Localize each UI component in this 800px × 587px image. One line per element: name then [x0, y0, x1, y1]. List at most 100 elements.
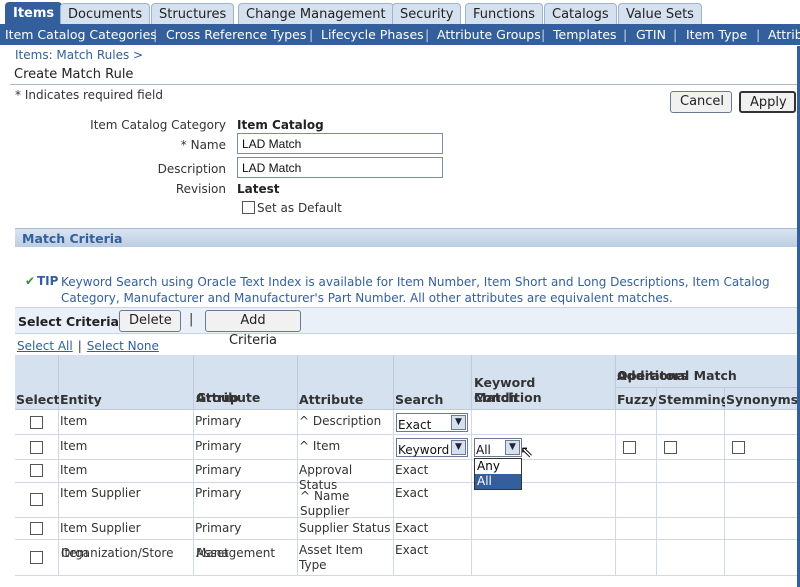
- subnav-separator: |: [673, 27, 678, 42]
- select-none-link[interactable]: Select None: [87, 339, 159, 353]
- subnav-cross-reference-types[interactable]: Cross Reference Types: [166, 27, 306, 42]
- table-row-attribute: Asset Item Type: [298, 540, 394, 576]
- sub-navigation: Item Catalog Categories | Cross Referenc…: [0, 24, 800, 45]
- keyword-condition-select[interactable]: All ▼: [474, 438, 522, 457]
- table-row-synonyms: [725, 410, 800, 435]
- tab-change-management[interactable]: Change Management: [238, 3, 394, 24]
- delete-button[interactable]: Delete: [119, 310, 181, 332]
- table-row-search: Exact: [394, 518, 472, 540]
- table-row-synonyms: [725, 435, 800, 460]
- name-field[interactable]: [237, 133, 443, 154]
- chevron-down-icon: ▼: [451, 440, 466, 455]
- breadcrumb[interactable]: Items: Match Rules >: [15, 48, 143, 62]
- required-field-note: * Indicates required field: [15, 88, 164, 102]
- keyword-condition-options: Any All: [474, 458, 522, 490]
- col-header-select: Select: [15, 355, 60, 410]
- tab-structures[interactable]: Structures: [151, 3, 235, 24]
- col-header-fuzzy: Fuzzy: [616, 388, 657, 410]
- tab-catalogs[interactable]: Catalogs: [544, 3, 617, 24]
- tab-security[interactable]: Security: [392, 3, 462, 24]
- catalog-category-value: Item Catalog: [237, 118, 324, 132]
- synonyms-checkbox[interactable]: [732, 441, 745, 454]
- table-row-synonyms: [725, 518, 800, 540]
- table-row-fuzzy: [616, 483, 657, 518]
- table-row-fuzzy: [616, 410, 657, 435]
- table-row-attribute: Approval Status: [298, 460, 394, 492]
- row-select-checkbox[interactable]: [30, 464, 43, 477]
- tip-text: Keyword Search using Oracle Text Index i…: [61, 275, 770, 305]
- cancel-button[interactable]: Cancel: [670, 91, 732, 113]
- row-select-checkbox[interactable]: [30, 551, 43, 564]
- table-row-fuzzy: [616, 518, 657, 540]
- match-criteria-header: Match Criteria: [15, 228, 800, 247]
- search-type-select[interactable]: Keyword ▼: [396, 438, 468, 457]
- search-type-select[interactable]: Exact ▼: [396, 413, 468, 432]
- row-select-checkbox[interactable]: [30, 522, 43, 535]
- subnav-lifecycle-phases[interactable]: Lifecycle Phases: [321, 27, 424, 42]
- tab-value-sets[interactable]: Value Sets: [618, 3, 702, 24]
- attribute-line-2: Name: [314, 489, 350, 503]
- catalog-category-label: Item Catalog Category: [90, 118, 226, 132]
- table-row-fuzzy: [616, 540, 657, 576]
- entity-line-2: Organization/Store: [61, 546, 174, 560]
- subnav-item-type[interactable]: Item Type: [686, 27, 747, 42]
- option-any[interactable]: Any: [475, 459, 521, 474]
- revision-value: Latest: [237, 182, 280, 196]
- row-select-checkbox[interactable]: [30, 416, 43, 429]
- keyword-line-2: Condition: [474, 390, 542, 405]
- subnav-separator: |: [541, 27, 546, 42]
- row-select-checkbox[interactable]: [30, 441, 43, 454]
- fuzzy-checkbox[interactable]: [623, 441, 636, 454]
- apply-button[interactable]: Apply: [739, 91, 796, 113]
- table-row-group: Primary: [194, 435, 298, 460]
- stemming-checkbox[interactable]: [664, 441, 677, 454]
- set-as-default-checkbox[interactable]: [242, 201, 255, 214]
- subnav-separator: |: [309, 27, 314, 42]
- attr-group-line-2: Group: [196, 390, 239, 405]
- subnav-separator: |: [425, 27, 430, 42]
- set-as-default-label: Set as Default: [257, 201, 342, 215]
- tab-documents[interactable]: Documents: [60, 3, 151, 24]
- table-row-stemming: [657, 435, 725, 460]
- subnav-separator: |: [756, 27, 761, 42]
- table-row-keyword: [472, 410, 616, 435]
- description-field[interactable]: [237, 157, 443, 178]
- subnav-attribute[interactable]: Attribu: [768, 27, 800, 42]
- col-header-entity: Entity: [59, 355, 194, 410]
- title-row: Create Match Rule: [10, 67, 800, 85]
- table-row-attribute: ^ Supplier Name: [298, 483, 394, 518]
- table-row-select: [15, 435, 59, 460]
- col-header-stemming: Stemming: [657, 388, 730, 410]
- table-row-select: [15, 410, 59, 435]
- tab-items[interactable]: Items: [5, 2, 63, 25]
- revision-label: Revision: [175, 182, 226, 196]
- additional-line-2: Operators: [617, 368, 688, 383]
- description-label: Description: [157, 162, 226, 176]
- subnav-attribute-groups[interactable]: Attribute Groups: [437, 27, 541, 42]
- col-header-attribute: Attribute: [298, 355, 394, 410]
- table-row-synonyms: [725, 540, 800, 576]
- tab-functions[interactable]: Functions: [465, 3, 544, 24]
- subnav-item-catalog-categories[interactable]: Item Catalog Categories: [5, 27, 157, 42]
- table-row-search: Keyword ▼: [394, 435, 472, 460]
- table-row-attribute: ^ Description: [298, 410, 394, 435]
- select-all-link[interactable]: Select All: [17, 339, 73, 353]
- top-tabs: Items Documents Structures Change Manage…: [0, 2, 800, 25]
- table-row-group: Primary: [194, 410, 298, 435]
- table-row-entity: Item: [59, 460, 194, 483]
- option-all[interactable]: All: [475, 474, 521, 489]
- table-row-select: [15, 540, 59, 576]
- table-row-entity: Item: [59, 410, 194, 435]
- col-header-keyword-match: Keyword Match Condition: [472, 355, 616, 410]
- row-select-checkbox[interactable]: [30, 493, 43, 506]
- select-links: Select All | Select None: [17, 339, 159, 353]
- subnav-templates[interactable]: Templates: [553, 27, 617, 42]
- add-criteria-button[interactable]: Add Criteria: [205, 310, 301, 348]
- subnav-gtin[interactable]: GTIN: [636, 27, 666, 42]
- table-row-synonyms: [725, 483, 800, 518]
- chevron-down-icon: ▼: [505, 440, 520, 455]
- table-row-entity: Item: [59, 435, 194, 460]
- table-row-keyword: All ▼: [472, 435, 616, 460]
- table-row-entity: Item Supplier: [59, 518, 194, 540]
- subnav-separator: |: [623, 27, 628, 42]
